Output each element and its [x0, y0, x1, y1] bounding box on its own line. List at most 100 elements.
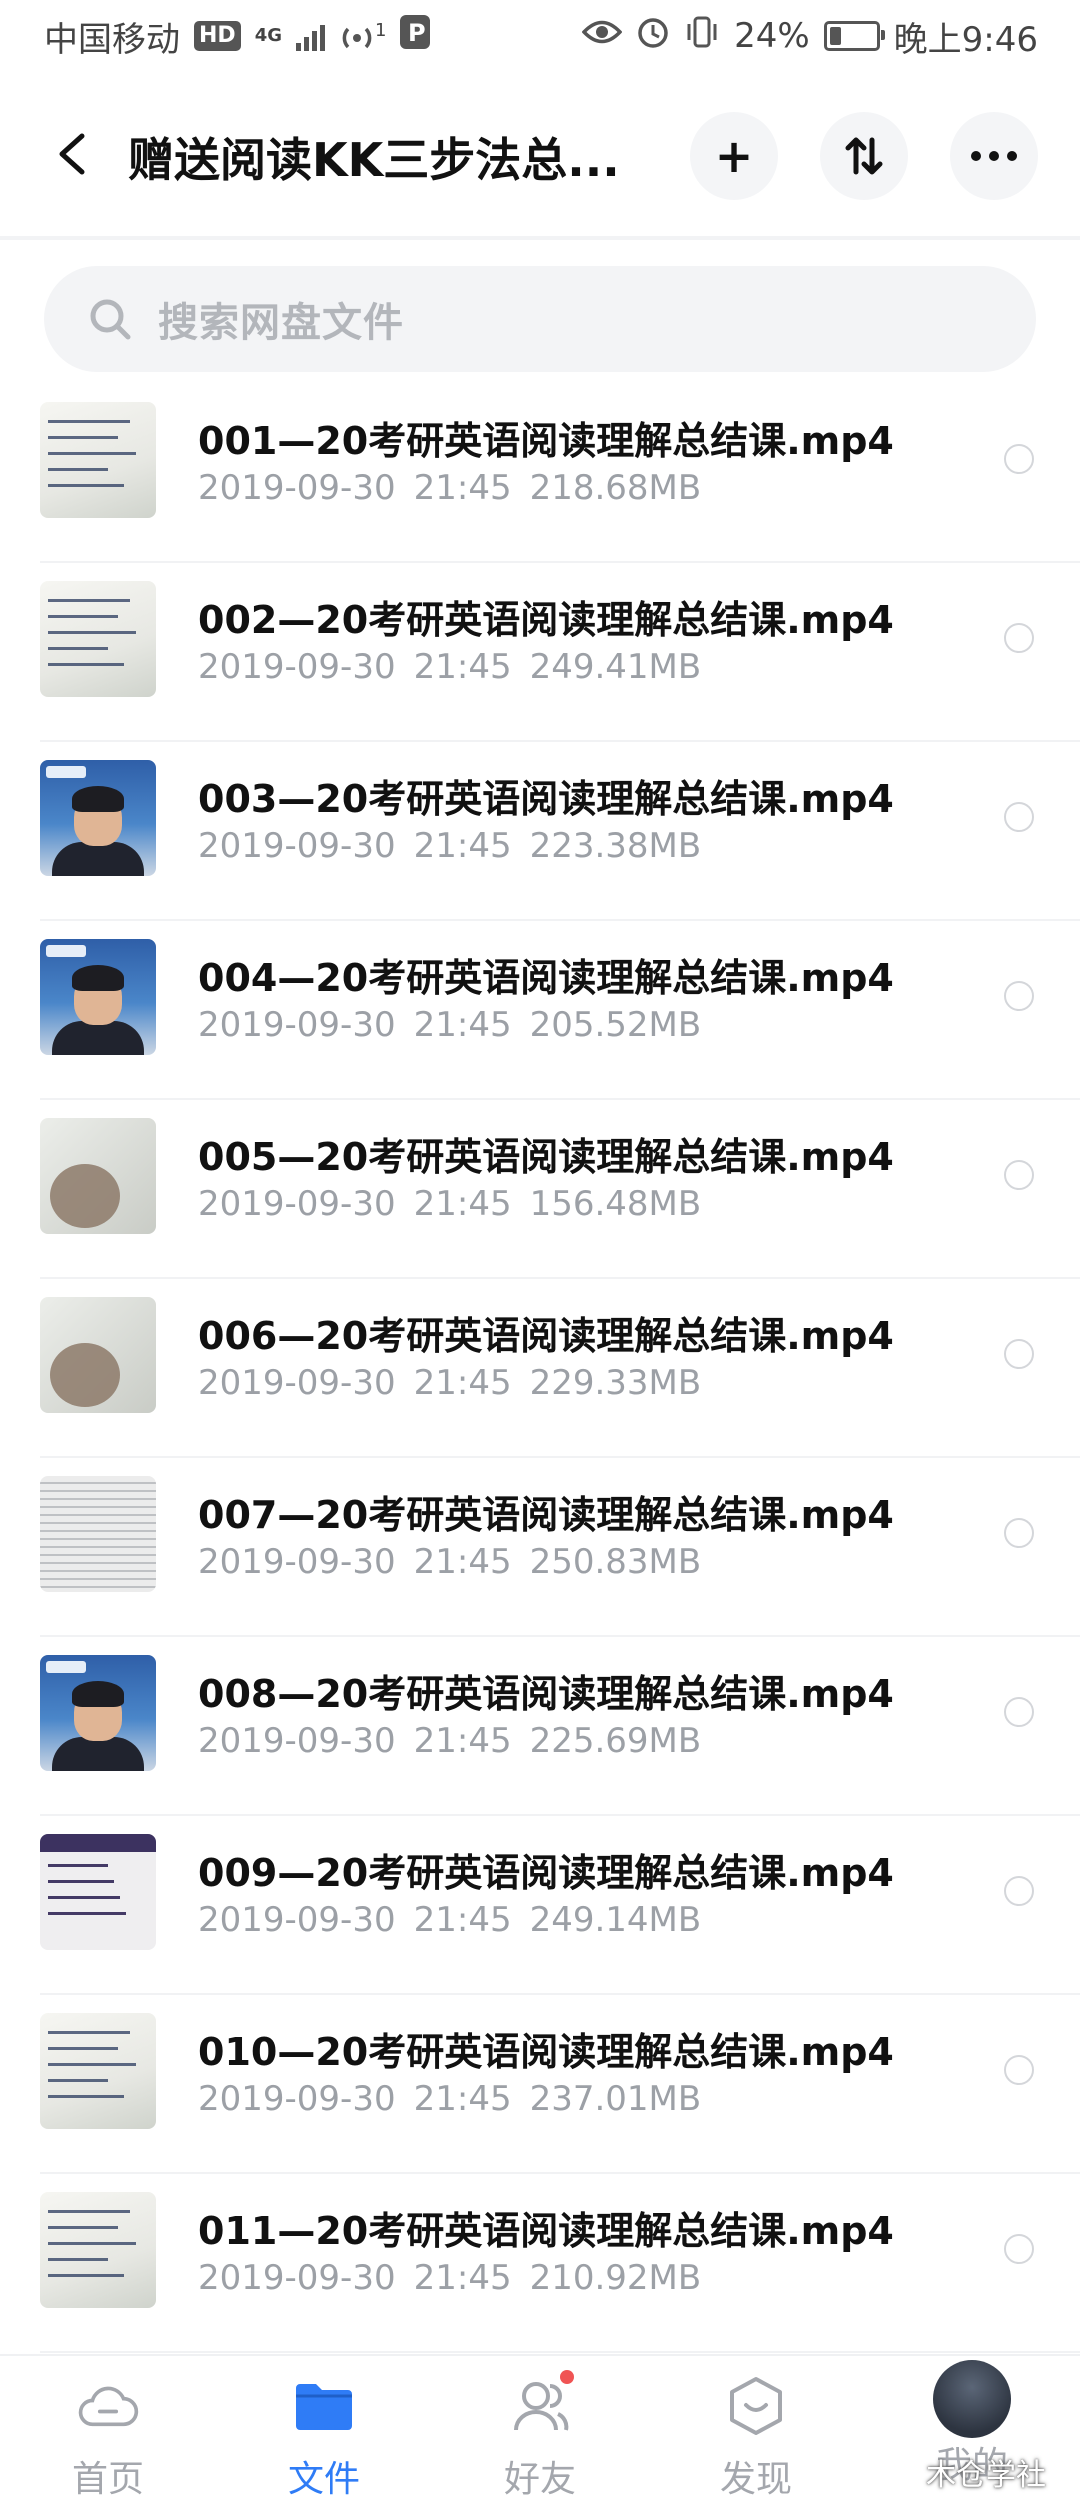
battery-percent: 24% [734, 16, 810, 56]
file-meta: 2019-09-30 21:45 249.14MB [198, 1900, 719, 1940]
cloud-icon [76, 2374, 140, 2438]
select-radio[interactable] [1004, 802, 1034, 832]
file-row[interactable]: 007—20考研英语阅读理解总结课.mp4 2019-09-30 21:45 250.… [0, 1458, 1080, 1637]
file-date: 2019-09-30 [198, 826, 396, 866]
header-bar: 赠送阅读KK三步法总... + [0, 88, 1080, 218]
file-time: 21:45 [413, 1363, 512, 1403]
status-bar: 中国移动 HD 4G 1 P 24% 晚上9:46 [0, 0, 1080, 72]
file-row[interactable]: 008—20考研英语阅读理解总结课.mp4 2019-09-30 21:45 225.… [0, 1637, 1080, 1816]
svg-text:P: P [408, 19, 426, 47]
watermark-text: 木仓学社 [926, 2458, 1046, 2493]
sort-button[interactable] [820, 112, 908, 200]
status-right: 24% 晚上9:46 [581, 14, 1038, 60]
hd-badge: HD [194, 21, 241, 51]
back-button[interactable] [36, 118, 108, 190]
wechat-icon [884, 2457, 918, 2486]
tab-files[interactable]: 文件 [216, 2374, 432, 2502]
select-radio[interactable] [1004, 1697, 1034, 1727]
file-date: 2019-09-30 [198, 1005, 396, 1045]
file-date: 2019-09-30 [198, 1542, 396, 1582]
file-time: 21:45 [413, 647, 512, 687]
file-size: 229.33MB [529, 1363, 702, 1403]
select-radio[interactable] [1004, 1160, 1034, 1190]
alarm-icon [636, 15, 670, 58]
row-divider [40, 2351, 1080, 2353]
file-date: 2019-09-30 [198, 1900, 396, 1940]
clock: 晚上9:46 [893, 19, 1038, 60]
eye-icon [581, 16, 623, 56]
select-radio[interactable] [1004, 2055, 1034, 2085]
file-meta: 2019-09-30 21:45 237.01MB [198, 2079, 719, 2119]
file-name: 002—20考研英语阅读理解总结课.mp4 [198, 598, 894, 642]
file-row[interactable]: 004—20考研英语阅读理解总结课.mp4 2019-09-30 21:45 205.… [0, 921, 1080, 1100]
more-icon [971, 151, 1017, 161]
file-time: 21:45 [413, 468, 512, 508]
sort-icon [845, 137, 883, 175]
video-thumbnail [40, 402, 156, 518]
select-radio[interactable] [1004, 1876, 1034, 1906]
video-thumbnail [40, 1118, 156, 1234]
tab-home[interactable]: 首页 [0, 2374, 216, 2502]
video-thumbnail [40, 2013, 156, 2129]
file-meta: 2019-09-30 21:45 223.38MB [198, 826, 719, 866]
file-row[interactable]: 011—20考研英语阅读理解总结课.mp4 2019-09-30 21:45 210.… [0, 2174, 1080, 2353]
hotspot-count: 1 [375, 20, 387, 41]
discover-icon [724, 2374, 788, 2438]
network-type: 4G [254, 25, 282, 46]
select-radio[interactable] [1004, 623, 1034, 653]
file-row[interactable]: 001—20考研英语阅读理解总结课.mp4 2019-09-30 21:45 218.… [0, 384, 1080, 563]
file-row[interactable]: 010—20考研英语阅读理解总结课.mp4 2019-09-30 21:45 237.… [0, 1995, 1080, 2174]
file-row[interactable]: 009—20考研英语阅读理解总结课.mp4 2019-09-30 21:45 249.… [0, 1816, 1080, 1995]
battery-icon [823, 21, 885, 51]
tab-label: 首页 [71, 2459, 144, 2500]
video-thumbnail [40, 581, 156, 697]
file-row[interactable]: 005—20考研英语阅读理解总结课.mp4 2019-09-30 21:45 156.… [0, 1100, 1080, 1279]
search-placeholder: 搜索网盘文件 [158, 300, 404, 346]
file-time: 21:45 [413, 1721, 512, 1761]
file-name: 007—20考研英语阅读理解总结课.mp4 [198, 1493, 894, 1537]
tab-label: 好友 [503, 2459, 576, 2500]
file-time: 21:45 [413, 2079, 512, 2119]
file-date: 2019-09-30 [198, 468, 396, 508]
file-size: 237.01MB [529, 2079, 702, 2119]
file-name: 004—20考研英语阅读理解总结课.mp4 [198, 956, 894, 1000]
status-left: 中国移动 HD 4G 1 P [44, 14, 431, 60]
file-row[interactable]: 006—20考研英语阅读理解总结课.mp4 2019-09-30 21:45 229.… [0, 1279, 1080, 1458]
file-name: 009—20考研英语阅读理解总结课.mp4 [198, 1851, 894, 1895]
more-button[interactable] [950, 112, 1038, 200]
tab-label: 发现 [719, 2459, 792, 2500]
file-time: 21:45 [413, 1184, 512, 1224]
vibrate-icon [684, 15, 720, 58]
tab-discover[interactable]: 发现 [648, 2374, 864, 2502]
select-radio[interactable] [1004, 981, 1034, 1011]
avatar [933, 2360, 1011, 2438]
file-row[interactable]: 003—20考研英语阅读理解总结课.mp4 2019-09-30 21:45 223.… [0, 742, 1080, 921]
file-size: 249.14MB [529, 1900, 702, 1940]
file-meta: 2019-09-30 21:45 250.83MB [198, 1542, 719, 1582]
notification-badge [560, 2370, 574, 2384]
video-thumbnail [40, 2192, 156, 2308]
file-name: 010—20考研英语阅读理解总结课.mp4 [198, 2030, 894, 2074]
file-size: 250.83MB [529, 1542, 702, 1582]
video-thumbnail [40, 760, 156, 876]
tab-label: 文件 [287, 2459, 360, 2500]
file-time: 21:45 [413, 1900, 512, 1940]
file-date: 2019-09-30 [198, 2079, 396, 2119]
video-thumbnail [40, 1476, 156, 1592]
select-radio[interactable] [1004, 444, 1034, 474]
file-name: 006—20考研英语阅读理解总结课.mp4 [198, 1314, 894, 1358]
select-radio[interactable] [1004, 1339, 1034, 1369]
select-radio[interactable] [1004, 1518, 1034, 1548]
file-name: 005—20考研英语阅读理解总结课.mp4 [198, 1135, 894, 1179]
file-time: 21:45 [413, 826, 512, 866]
search-input[interactable]: 搜索网盘文件 [44, 266, 1036, 372]
file-meta: 2019-09-30 21:45 218.68MB [198, 468, 719, 508]
file-size: 218.68MB [529, 468, 702, 508]
file-size: 225.69MB [529, 1721, 702, 1761]
file-meta: 2019-09-30 21:45 229.33MB [198, 1363, 719, 1403]
tab-friends[interactable]: 好友 [432, 2370, 648, 2502]
select-radio[interactable] [1004, 2234, 1034, 2264]
add-button[interactable]: + [690, 112, 778, 200]
file-time: 21:45 [413, 2258, 512, 2298]
file-row[interactable]: 002—20考研英语阅读理解总结课.mp4 2019-09-30 21:45 249.… [0, 563, 1080, 742]
